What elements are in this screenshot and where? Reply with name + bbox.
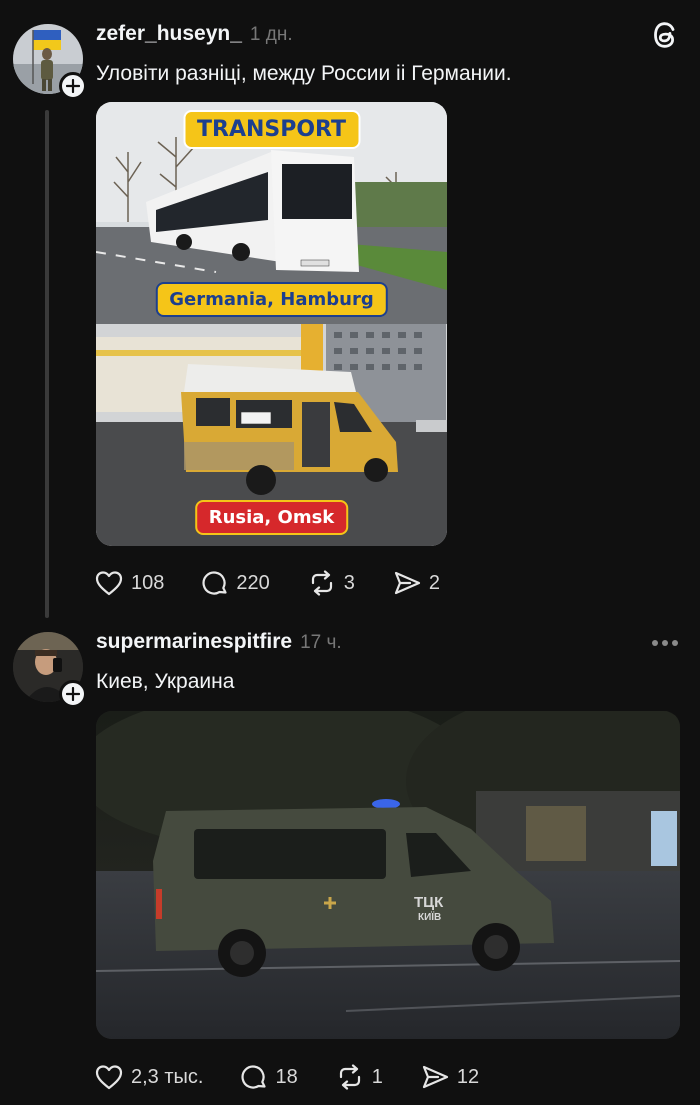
avatar-container[interactable]: [13, 632, 87, 708]
avatar-container[interactable]: [13, 24, 87, 100]
heart-icon: [95, 1065, 123, 1090]
share-button[interactable]: 2: [393, 570, 440, 596]
badge-transport: TRANSPORT: [182, 110, 361, 149]
post-image[interactable]: ТЦК КИЇВ: [96, 711, 680, 1039]
van-label-kyiv: КИЇВ: [418, 912, 442, 923]
comment-icon: [202, 571, 227, 595]
repost-button[interactable]: 3: [308, 570, 355, 596]
plus-icon: [66, 79, 80, 93]
post-1[interactable]: zefer_huseyn_ 1 дн. Уловiти разнiцi, меж…: [0, 0, 700, 620]
like-count: 2,3 тыс.: [131, 1065, 204, 1088]
post-time: 1 дн.: [249, 24, 293, 45]
comment-button[interactable]: 18: [241, 1064, 298, 1090]
username[interactable]: supermarinespitfire: [96, 630, 292, 654]
share-icon: [394, 571, 420, 595]
username[interactable]: zefer_huseyn_: [96, 22, 242, 46]
post-actions: 108 220 3 2: [95, 570, 478, 596]
comment-button[interactable]: 220: [202, 570, 270, 596]
post-time: 17 ч.: [300, 632, 342, 653]
post-text: Уловiти разнiцi, между России ii Германи…: [96, 62, 512, 85]
like-count: 108: [131, 571, 165, 594]
follow-plus-button[interactable]: [59, 680, 87, 708]
share-icon: [422, 1065, 448, 1089]
plus-icon: [66, 687, 80, 701]
post-text: Киев, Украина: [96, 670, 235, 693]
share-count: 2: [428, 571, 440, 594]
repost-icon: [339, 1064, 360, 1090]
comment-icon: [241, 1065, 267, 1089]
repost-count: 1: [371, 1065, 383, 1088]
badge-rusia-omsk: Rusia, Omsk: [194, 500, 349, 535]
post-image[interactable]: TRANSPORT Germania, Hamburg Rusia, Omsk: [96, 102, 447, 546]
night-van-photo: [96, 711, 680, 1039]
repost-icon: [311, 570, 332, 596]
badge-germania-hamburg: Germania, Hamburg: [155, 282, 388, 317]
post-actions: 2,3 тыс. 18 1 12: [95, 1064, 517, 1090]
heart-icon: [95, 571, 123, 596]
share-button[interactable]: 12: [421, 1064, 479, 1090]
like-button[interactable]: 2,3 тыс.: [95, 1064, 203, 1090]
comparison-photo: [96, 102, 447, 546]
share-count: 12: [456, 1065, 480, 1088]
thread-connector-line: [45, 110, 49, 618]
repost-button[interactable]: 1: [336, 1064, 383, 1090]
like-button[interactable]: 108: [95, 570, 164, 596]
post-2[interactable]: supermarinespitfire 17 ч. Киев, Украина: [0, 620, 700, 1105]
repost-count: 3: [343, 571, 355, 594]
follow-plus-button[interactable]: [59, 72, 87, 100]
van-label-tck: ТЦК: [414, 894, 444, 911]
comment-count: 220: [236, 571, 270, 594]
comment-count: 18: [275, 1065, 298, 1088]
